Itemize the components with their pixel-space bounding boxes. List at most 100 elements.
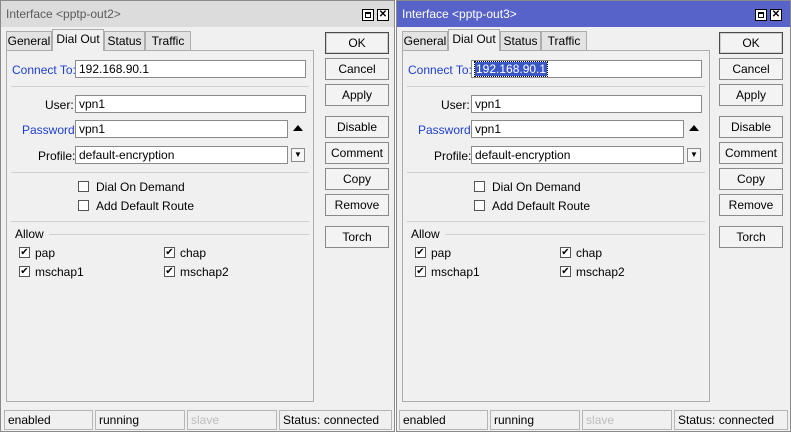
mschap2-label: mschap2 (576, 265, 625, 279)
disable-button[interactable]: Disable (719, 116, 783, 138)
cancel-button[interactable]: Cancel (325, 58, 389, 80)
user-field[interactable]: vpn1 (75, 95, 306, 113)
status-bar: enabled running slave Status: connected (1, 405, 394, 431)
status-bar: enabled running slave Status: connected (397, 405, 790, 431)
mschap1-label: mschap1 (35, 265, 84, 279)
password-label[interactable]: Password: (418, 123, 474, 137)
remove-button[interactable]: Remove (325, 194, 389, 216)
profile-label: Profile: (434, 149, 472, 163)
divider (407, 172, 705, 173)
apply-button[interactable]: Apply (719, 84, 783, 106)
chap-label: chap (576, 246, 603, 260)
allow-group-label: Allow (15, 227, 44, 241)
tab-general[interactable]: General (6, 31, 52, 50)
profile-label: Profile: (38, 149, 76, 163)
mschap1-checkbox[interactable]: ✔ (415, 266, 426, 277)
window-title: Interface <pptp-out3> (402, 7, 517, 21)
mschap2-checkbox[interactable]: ✔ (560, 266, 571, 277)
tab-status[interactable]: Status (500, 31, 541, 50)
status-running: running (95, 410, 185, 430)
status-enabled: enabled (4, 410, 93, 430)
interface-window-pptp-out2: Interface <pptp-out2> ✕ General Dial Out… (0, 0, 395, 432)
tab-status[interactable]: Status (104, 31, 145, 50)
allow-group-line (445, 234, 705, 235)
selected-text: 192.168.90.1 (473, 61, 549, 77)
connect-to-field[interactable]: 192.168.90.1 (75, 60, 306, 78)
window-title: Interface <pptp-out2> (6, 7, 121, 21)
password-field[interactable]: vpn1 (75, 120, 288, 138)
window-titlebar[interactable]: Interface <pptp-out3> ✕ (397, 1, 790, 27)
chap-checkbox[interactable]: ✔ (560, 247, 571, 258)
connect-to-label[interactable]: Connect To: (12, 63, 76, 77)
status-running: running (490, 410, 580, 430)
pap-checkbox[interactable]: ✔ (415, 247, 426, 258)
dial-out-panel: Connect To: 192.168.90.1 User: vpn1 Pass… (6, 50, 314, 402)
ok-button[interactable]: OK (325, 32, 389, 54)
status-slave: slave (187, 410, 277, 430)
status-connection: Status: connected (674, 410, 788, 430)
user-label: User: (441, 98, 470, 112)
mschap1-label: mschap1 (431, 265, 480, 279)
tab-traffic[interactable]: Traffic (541, 31, 587, 50)
interface-window-pptp-out3: Interface <pptp-out3> ✕ General Dial Out… (396, 0, 791, 432)
collapse-triangle-icon[interactable] (689, 125, 699, 131)
connect-to-label[interactable]: Connect To: (408, 63, 472, 77)
mschap2-label: mschap2 (180, 265, 229, 279)
add-default-route-label: Add Default Route (96, 199, 195, 213)
add-default-route-label: Add Default Route (492, 199, 591, 213)
copy-button[interactable]: Copy (719, 168, 783, 190)
divider (407, 221, 705, 222)
dial-on-demand-checkbox[interactable] (78, 181, 89, 192)
dial-on-demand-label: Dial On Demand (96, 180, 185, 194)
ok-button[interactable]: OK (719, 32, 783, 54)
profile-select[interactable]: default-encryption (75, 146, 288, 164)
comment-button[interactable]: Comment (325, 142, 389, 164)
window-titlebar[interactable]: Interface <pptp-out2> ✕ (1, 1, 394, 27)
divider (11, 86, 309, 87)
chap-checkbox[interactable]: ✔ (164, 247, 175, 258)
mschap2-checkbox[interactable]: ✔ (164, 266, 175, 277)
pap-label: pap (431, 246, 452, 260)
add-default-route-checkbox[interactable] (78, 200, 89, 211)
status-slave: slave (582, 410, 672, 430)
chap-label: chap (180, 246, 207, 260)
divider (407, 86, 705, 87)
close-icon[interactable]: ✕ (377, 9, 389, 21)
divider (11, 172, 309, 173)
dropdown-arrow-icon[interactable]: ▼ (291, 148, 305, 162)
maximize-icon[interactable] (362, 9, 374, 21)
remove-button[interactable]: Remove (719, 194, 783, 216)
maximize-icon[interactable] (755, 9, 767, 21)
connect-to-field[interactable]: 192.168.90.1 (471, 60, 702, 78)
dial-on-demand-label: Dial On Demand (492, 180, 581, 194)
status-connection: Status: connected (279, 410, 392, 430)
pap-label: pap (35, 246, 56, 260)
mschap1-checkbox[interactable]: ✔ (19, 266, 30, 277)
tab-traffic[interactable]: Traffic (145, 31, 191, 50)
cancel-button[interactable]: Cancel (719, 58, 783, 80)
status-enabled: enabled (399, 410, 488, 430)
password-field[interactable]: vpn1 (471, 120, 684, 138)
dial-on-demand-checkbox[interactable] (474, 181, 485, 192)
divider (11, 221, 309, 222)
copy-button[interactable]: Copy (325, 168, 389, 190)
allow-group-label: Allow (411, 227, 440, 241)
dial-out-panel: Connect To: 192.168.90.1 User: vpn1 Pass… (402, 50, 710, 402)
disable-button[interactable]: Disable (325, 116, 389, 138)
profile-select[interactable]: default-encryption (471, 146, 684, 164)
comment-button[interactable]: Comment (719, 142, 783, 164)
add-default-route-checkbox[interactable] (474, 200, 485, 211)
allow-group-line (49, 234, 309, 235)
user-field[interactable]: vpn1 (471, 95, 702, 113)
pap-checkbox[interactable]: ✔ (19, 247, 30, 258)
tab-dial-out[interactable]: Dial Out (448, 29, 500, 51)
torch-button[interactable]: Torch (719, 226, 783, 248)
password-label[interactable]: Password: (22, 123, 78, 137)
collapse-triangle-icon[interactable] (293, 125, 303, 131)
tab-general[interactable]: General (402, 31, 448, 50)
tab-dial-out[interactable]: Dial Out (52, 29, 104, 51)
close-icon[interactable]: ✕ (770, 9, 782, 21)
apply-button[interactable]: Apply (325, 84, 389, 106)
dropdown-arrow-icon[interactable]: ▼ (687, 148, 701, 162)
torch-button[interactable]: Torch (325, 226, 389, 248)
